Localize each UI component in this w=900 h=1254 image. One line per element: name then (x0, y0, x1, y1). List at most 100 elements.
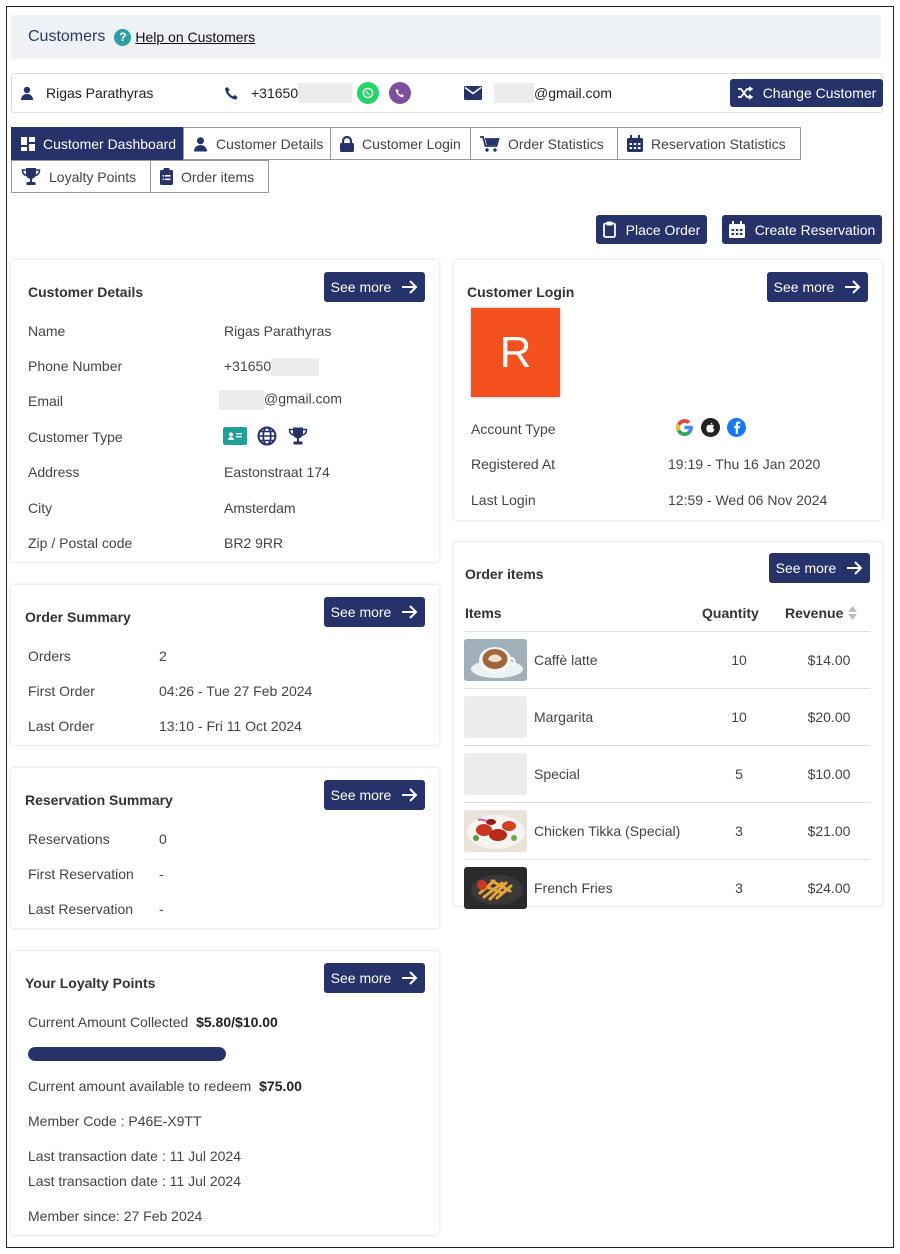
see-more-button[interactable]: See more (769, 553, 870, 583)
customer-bar: Rigas Parathyras +31650 @gmail.com Chang… (11, 73, 883, 113)
tab-order-items[interactable]: Order items (150, 160, 269, 193)
envelope-icon (464, 86, 482, 100)
table-row[interactable]: Special 5 $10.00 (464, 745, 870, 802)
loyalty-progress-fill (28, 1047, 226, 1061)
whatsapp-icon[interactable] (357, 82, 380, 104)
tab-label: Customer Login (362, 135, 461, 152)
google-icon (676, 419, 693, 436)
sort-icon[interactable] (847, 605, 858, 621)
customer-name: Rigas Parathyras (46, 85, 154, 101)
detail-value-phone: +31650 (224, 358, 320, 377)
item-revenue: $20.00 (807, 709, 851, 725)
email-redacted (219, 390, 264, 410)
collected-line: Current Amount Collected $5.80/$10.00 (28, 1014, 278, 1030)
order-summary-card: Order Summary See more Orders 2 First Or… (11, 585, 439, 745)
table-row[interactable]: French Fries 3 $24.00 (464, 859, 870, 916)
viber-icon[interactable] (389, 82, 412, 104)
change-customer-label: Change Customer (762, 85, 877, 101)
card-title: Reservation Summary (25, 792, 173, 808)
dashboard-icon (21, 136, 35, 151)
see-more-label: See more (775, 560, 837, 576)
email-suffix: @gmail.com (264, 390, 343, 407)
card-title: Order items (465, 566, 544, 582)
tab-loyalty-points[interactable]: Loyalty Points (11, 160, 151, 193)
id-card-icon (223, 427, 247, 445)
tab-customer-details[interactable]: Customer Details (183, 127, 331, 160)
see-more-label: See more (330, 279, 392, 295)
tab-label: Order Statistics (508, 135, 604, 152)
redeem-line: Current amount available to redeem $75.0… (28, 1078, 302, 1094)
user-icon (194, 136, 207, 151)
tab-label: Customer Dashboard (43, 135, 177, 152)
tab-customer-login[interactable]: Customer Login (330, 127, 471, 160)
customer-login-card: Customer Login See more R Account Type R… (454, 260, 882, 520)
chicken-tikka-thumbnail (464, 810, 527, 852)
tab-label: Customer Details (216, 135, 324, 152)
see-more-button[interactable]: See more (767, 272, 868, 302)
phone-icon (224, 86, 238, 100)
detail-label: Phone Number (28, 358, 123, 374)
trophy-icon (21, 168, 41, 185)
loyalty-card: Your Loyalty Points See more Current Amo… (11, 951, 439, 1235)
detail-value-email: @gmail.com (219, 390, 342, 410)
place-order-button[interactable]: Place Order (596, 215, 707, 244)
help-icon[interactable]: ? (114, 28, 132, 46)
redeem-value: $75.00 (259, 1078, 302, 1094)
see-more-label: See more (330, 970, 392, 986)
globe-icon (257, 426, 277, 446)
item-revenue: $14.00 (807, 652, 851, 668)
apple-icon (701, 418, 720, 437)
page-header: Customers ? Help on Customers (11, 15, 881, 59)
see-more-button[interactable]: See more (324, 780, 425, 810)
change-customer-button[interactable]: Change Customer (730, 79, 883, 107)
table-row[interactable]: Caffè latte 10 $14.00 (464, 631, 870, 688)
create-reservation-button[interactable]: Create Reservation (722, 215, 882, 244)
summary-label: Last Order (28, 718, 95, 734)
trophy-icon (288, 427, 308, 445)
item-revenue: $21.00 (807, 823, 851, 839)
clipboard-list-icon (160, 168, 173, 185)
tab-label: Loyalty Points (49, 168, 137, 185)
see-more-button[interactable]: See more (324, 963, 425, 993)
item-quantity: 5 (735, 766, 743, 782)
column-header-revenue[interactable]: Revenue (785, 605, 858, 621)
place-order-label: Place Order (625, 221, 701, 238)
revenue-header-label: Revenue (785, 605, 844, 621)
item-quantity: 3 (735, 823, 743, 839)
column-header-quantity[interactable]: Quantity (702, 605, 759, 621)
card-title: Customer Login (467, 284, 575, 300)
item-thumbnail-placeholder (464, 696, 527, 738)
card-title: Order Summary (25, 609, 131, 625)
table-row[interactable]: Chicken Tikka (Special) 3 $21.00 (464, 802, 870, 859)
table-row[interactable]: Margarita 10 $20.00 (464, 688, 870, 745)
last-transaction: Last transaction date : 11 Jul 2024 (28, 1173, 241, 1189)
reservation-summary-card: Reservation Summary See more Reservation… (11, 768, 439, 928)
user-icon (21, 86, 33, 100)
arrow-right-icon (402, 788, 418, 802)
see-more-button[interactable]: See more (324, 272, 425, 302)
calendar-icon (728, 221, 745, 238)
detail-label: Email (28, 393, 64, 409)
create-reservation-label: Create Reservation (754, 221, 876, 238)
tab-reservation-statistics[interactable]: Reservation Statistics (617, 127, 801, 160)
shuffle-icon (737, 86, 753, 100)
see-more-label: See more (330, 787, 392, 803)
card-title: Your Loyalty Points (25, 975, 156, 991)
item-name: Margarita (534, 709, 594, 725)
login-value: 12:59 - Wed 06 Nov 2024 (668, 492, 828, 508)
arrow-right-icon (402, 605, 418, 619)
item-quantity: 3 (735, 880, 743, 896)
collected-value: $5.80/$10.00 (196, 1014, 278, 1030)
collected-label: Current Amount Collected (28, 1014, 189, 1030)
tab-label: Order items (181, 168, 255, 185)
see-more-button[interactable]: See more (324, 597, 425, 627)
tab-customer-dashboard[interactable]: Customer Dashboard (11, 127, 183, 160)
help-link[interactable]: Help on Customers (135, 29, 255, 45)
tab-order-statistics[interactable]: Order Statistics (470, 127, 618, 160)
column-header-items[interactable]: Items (465, 605, 502, 621)
order-items-card: Order items See more Items Quantity Reve… (454, 542, 882, 909)
redeem-label: Current amount available to redeem (28, 1078, 252, 1094)
last-transaction: Last transaction date : 11 Jul 2024 (28, 1148, 241, 1164)
detail-value: BR2 9RR (224, 535, 284, 551)
phone-redacted (298, 83, 353, 103)
